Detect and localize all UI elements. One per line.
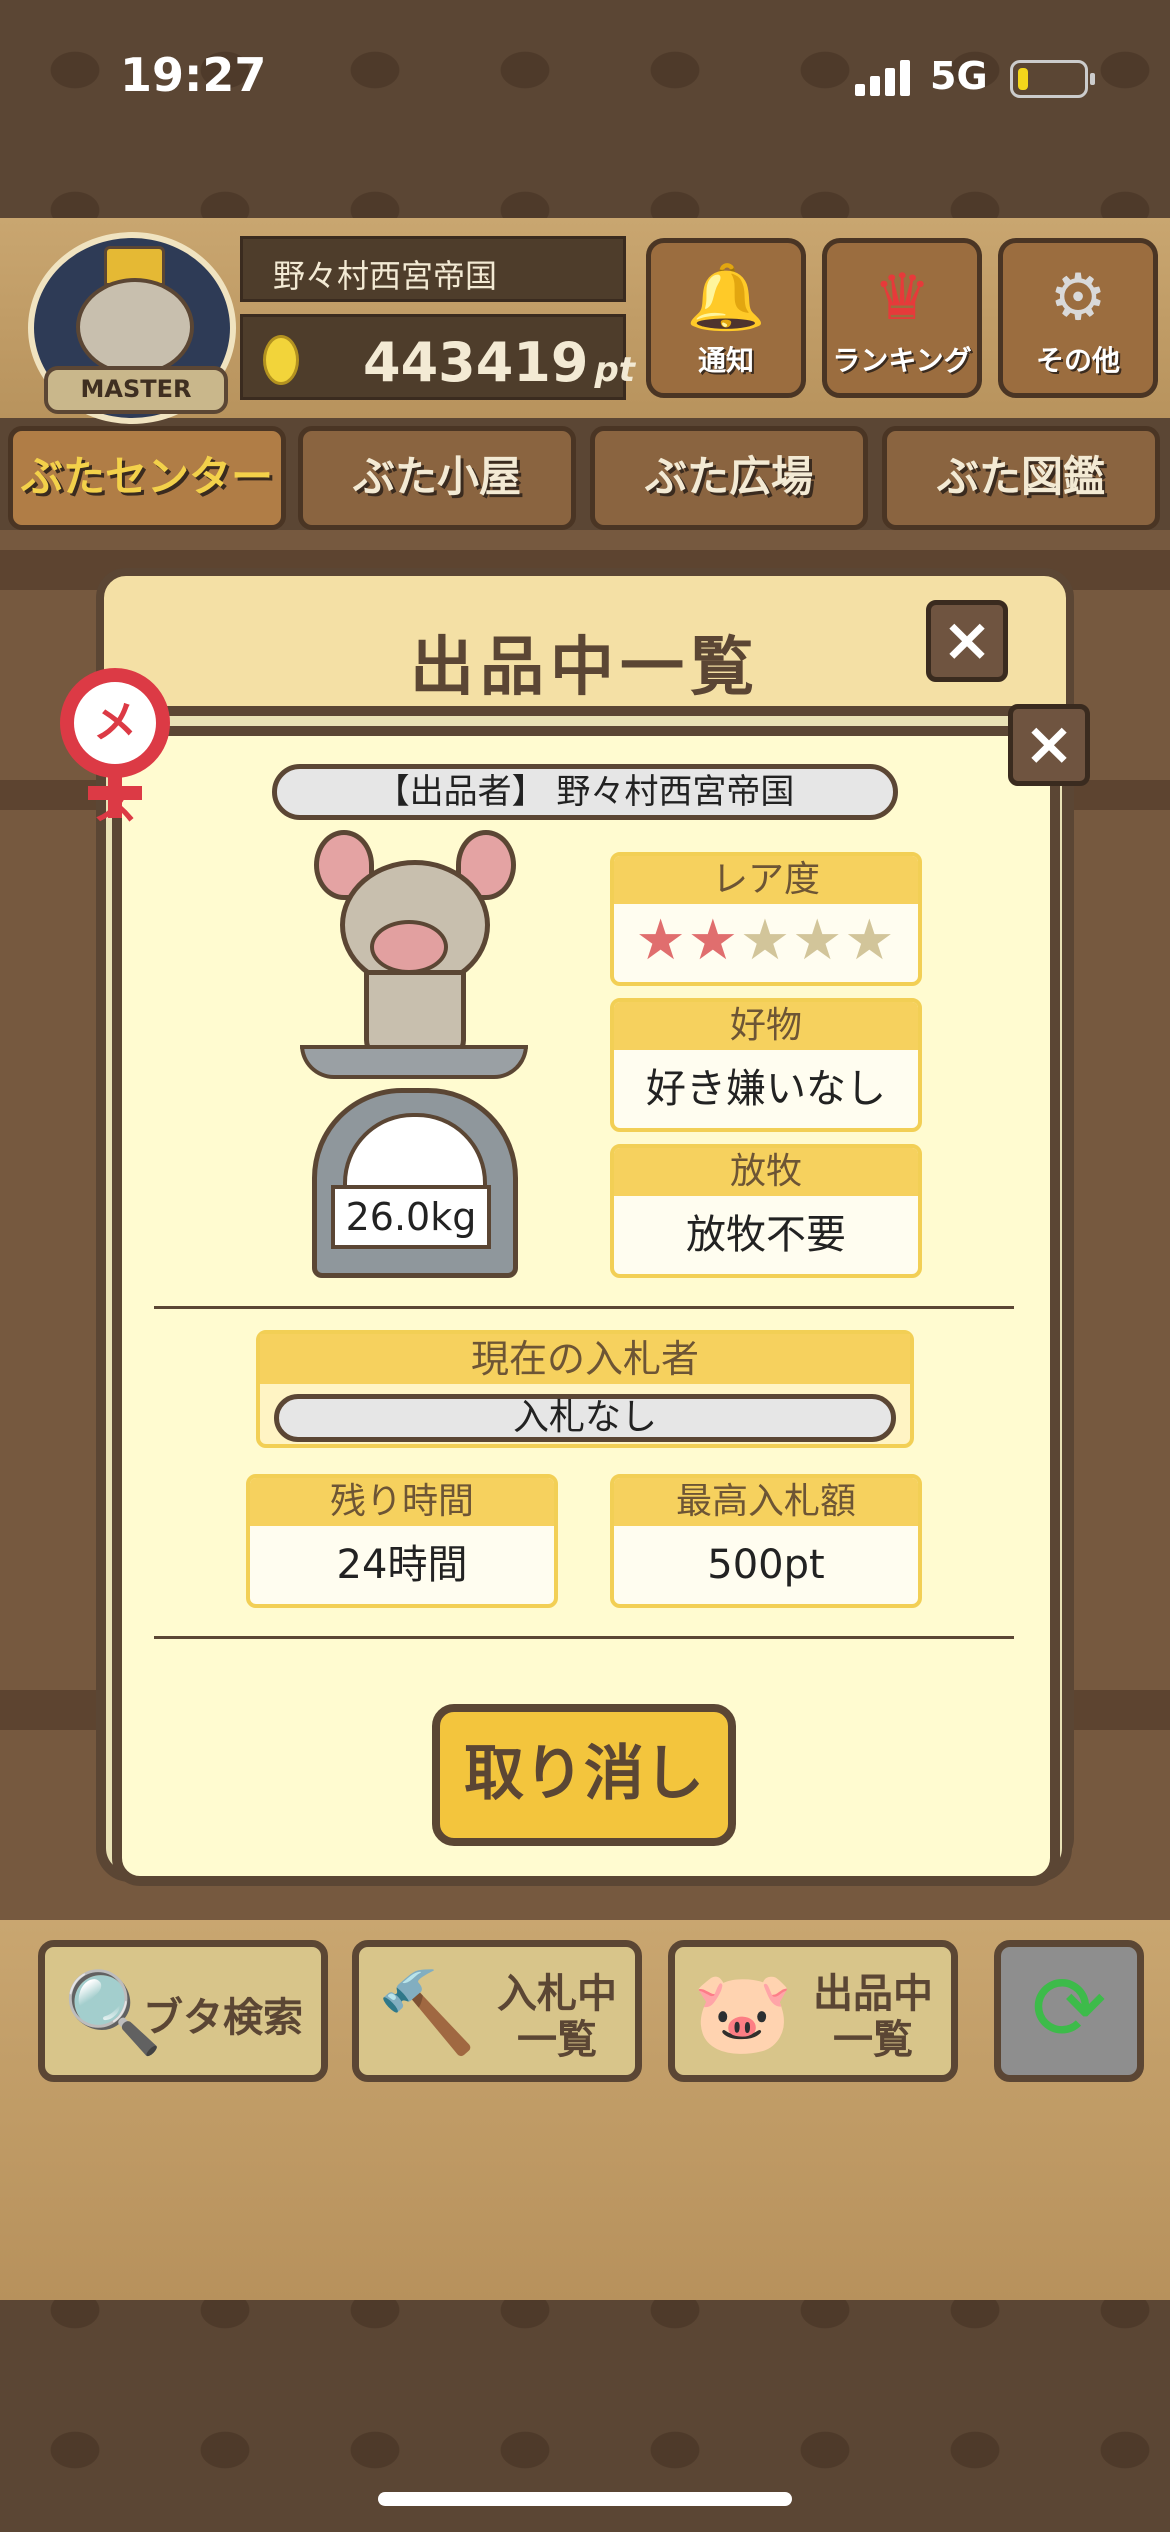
panel-title: 出品中一覧	[410, 631, 760, 705]
close-panel-button[interactable]: ×	[926, 600, 1008, 682]
favorite-value: 好き嫌いなし	[646, 1066, 886, 1112]
ranking-button[interactable]: ♛ ランキング	[822, 238, 982, 398]
pig-snout	[370, 920, 448, 974]
star-icon: ★	[687, 908, 740, 973]
pig-on-scale: 26.0kg	[300, 830, 528, 1278]
tab-buta-encyclopedia[interactable]: ぶた図鑑	[882, 426, 1160, 530]
scale-plate	[300, 1045, 528, 1079]
listing-list-label: 出品中 一覧	[813, 1971, 933, 2063]
divider	[154, 1306, 1014, 1309]
pig-icon: 🐷	[693, 1966, 793, 2059]
bidding-list-label: 入札中 一覧	[497, 1971, 617, 2063]
grazing-box: 放牧 放牧不要	[610, 1144, 922, 1278]
tab-buta-center[interactable]: ぶたセンター	[8, 426, 286, 530]
close-icon: ×	[941, 605, 993, 675]
points-box: 443419 pt	[240, 314, 635, 400]
current-bidder-value: 入札なし	[274, 1394, 896, 1442]
close-icon: ×	[1023, 709, 1075, 779]
tab-buta-plaza[interactable]: ぶた広場	[590, 426, 868, 530]
signal-icon	[855, 60, 915, 96]
coin-icon	[263, 335, 299, 385]
max-bid-label: 最高入札額	[614, 1478, 918, 1526]
bell-icon: 🔔	[686, 261, 766, 335]
grazing-value: 放牧不要	[686, 1212, 846, 1258]
home-indicator[interactable]	[378, 2492, 792, 2506]
listing-list-button[interactable]: 🐷 出品中 一覧	[668, 1940, 958, 2082]
refresh-icon: ⟳	[1031, 1956, 1107, 2061]
notification-label: 通知	[697, 344, 754, 377]
bidding-list-button[interactable]: 🔨 入札中 一覧	[352, 1940, 642, 2082]
rarity-box: レア度 ★★★★★	[610, 852, 922, 986]
other-label: その他	[1035, 344, 1120, 377]
remaining-time-box: 残り時間 24時間	[246, 1474, 558, 1608]
scale-icon: 26.0kg	[312, 1088, 518, 1278]
seller-field: 【出品者】 野々村西宮帝国	[272, 764, 898, 820]
star-icon: ★	[792, 908, 845, 973]
pig-icon	[76, 278, 194, 376]
remaining-time-label: 残り時間	[250, 1478, 554, 1526]
clock: 19:27	[120, 48, 267, 102]
weight-display: 26.0kg	[331, 1185, 491, 1249]
female-icon: メス	[50, 668, 180, 830]
points-value: 443419 pt	[363, 331, 636, 394]
current-bidder-label: 現在の入札者	[260, 1334, 910, 1384]
remaining-time-value: 24時間	[336, 1542, 468, 1588]
close-detail-button[interactable]: ×	[1008, 704, 1090, 786]
current-bidder-box: 現在の入札者 入札なし	[256, 1330, 914, 1448]
star-icon: ★	[844, 908, 897, 973]
star-icon: ★	[739, 908, 793, 973]
rarity-stars: ★★★★★	[614, 904, 918, 978]
other-button[interactable]: ⚙ その他	[998, 238, 1158, 398]
status-bar: 19:27 5G	[0, 0, 1170, 150]
network-type: 5G	[930, 54, 988, 98]
avatar[interactable]: MASTER	[28, 232, 236, 424]
pig-search-label: ブタ検索	[143, 1995, 303, 2041]
max-bid-value: 500pt	[707, 1542, 825, 1588]
divider	[154, 1636, 1014, 1639]
gear-icon: ⚙	[1049, 261, 1107, 335]
pig-search-button[interactable]: 🔍 ブタ検索	[38, 1940, 328, 2082]
crown-icon: ♛	[873, 261, 931, 335]
refresh-button[interactable]: ⟳	[994, 1940, 1144, 2082]
player-name: 野々村西宮帝国	[273, 257, 498, 295]
grazing-label: 放牧	[614, 1148, 918, 1196]
favorite-box: 好物 好き嫌いなし	[610, 998, 922, 1132]
tab-buta-hut[interactable]: ぶた小屋	[298, 426, 576, 530]
gavel-icon: 🔨	[377, 1966, 477, 2059]
rarity-label: レア度	[614, 856, 918, 904]
max-bid-box: 最高入札額 500pt	[610, 1474, 922, 1608]
rank-badge: MASTER	[44, 366, 228, 414]
notification-button[interactable]: 🔔 通知	[646, 238, 806, 398]
battery-icon	[1010, 60, 1095, 98]
player-name-box: 野々村西宮帝国	[240, 236, 626, 302]
cancel-listing-button[interactable]: 取り消し	[432, 1704, 736, 1846]
favorite-label: 好物	[614, 1002, 918, 1050]
star-icon: ★	[635, 908, 688, 973]
ranking-label: ランキング	[832, 344, 972, 377]
